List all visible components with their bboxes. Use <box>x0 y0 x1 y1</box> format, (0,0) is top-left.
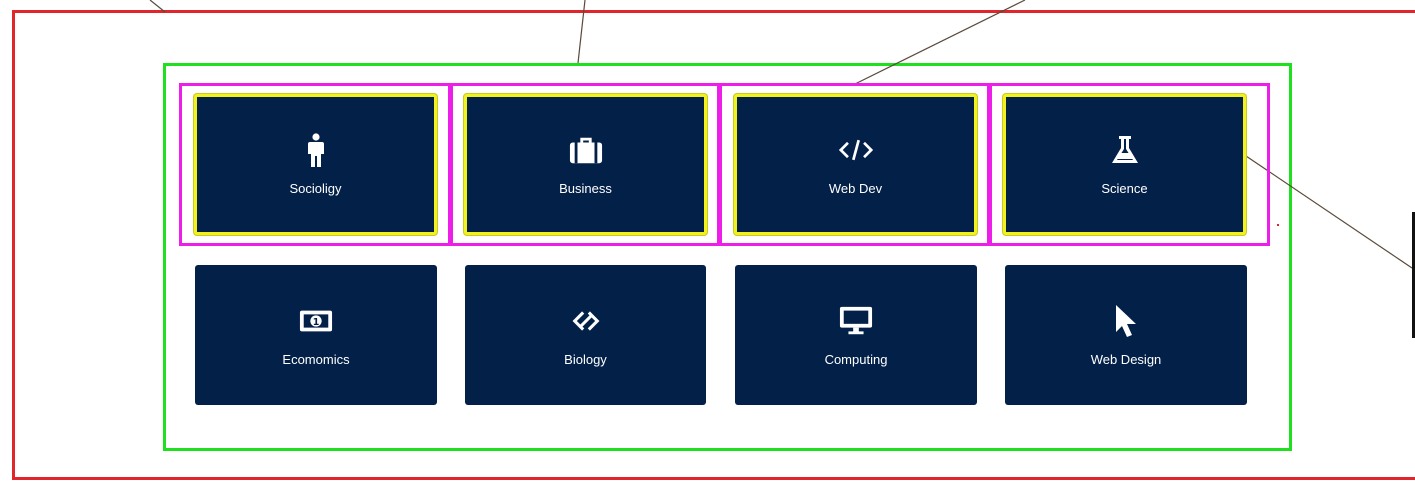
tile-label: Biology <box>564 351 607 367</box>
tile-label: Web Dev <box>828 181 883 196</box>
tile-computing[interactable]: Computing <box>735 265 977 405</box>
money-icon: 1 <box>299 304 333 338</box>
flask-icon <box>1108 133 1142 167</box>
connector-line-row <box>854 0 1026 85</box>
marker-dot <box>1277 224 1279 226</box>
tile-biology[interactable]: Biology <box>465 265 706 405</box>
tile-label: Computing <box>824 351 888 367</box>
tile-science[interactable]: Science <box>1003 94 1246 235</box>
link-icon <box>569 304 603 338</box>
tile-socioligy[interactable]: Socioligy <box>194 94 437 235</box>
tile-label: Web Design <box>1090 351 1162 367</box>
tile-label: Science <box>1101 181 1148 196</box>
code-icon <box>838 133 873 167</box>
tile-business[interactable]: Business <box>464 94 707 235</box>
connector-line-tile <box>1245 155 1413 269</box>
cursor-icon <box>1109 304 1143 338</box>
tile-label: Business <box>559 181 612 196</box>
connector-line-outer <box>149 0 166 13</box>
svg-text:1: 1 <box>313 316 320 327</box>
tile-web-dev[interactable]: Web Dev <box>734 94 977 235</box>
tile-web-design[interactable]: Web Design <box>1005 265 1247 405</box>
connector-line-grid <box>577 0 586 64</box>
tile-label: Ecomomics <box>282 351 350 367</box>
tile-ecomomics[interactable]: 1 Ecomomics <box>195 265 437 405</box>
person-icon <box>299 133 333 167</box>
briefcase-icon <box>569 133 603 167</box>
monitor-icon <box>839 304 873 338</box>
tile-label: Socioligy <box>289 181 342 196</box>
